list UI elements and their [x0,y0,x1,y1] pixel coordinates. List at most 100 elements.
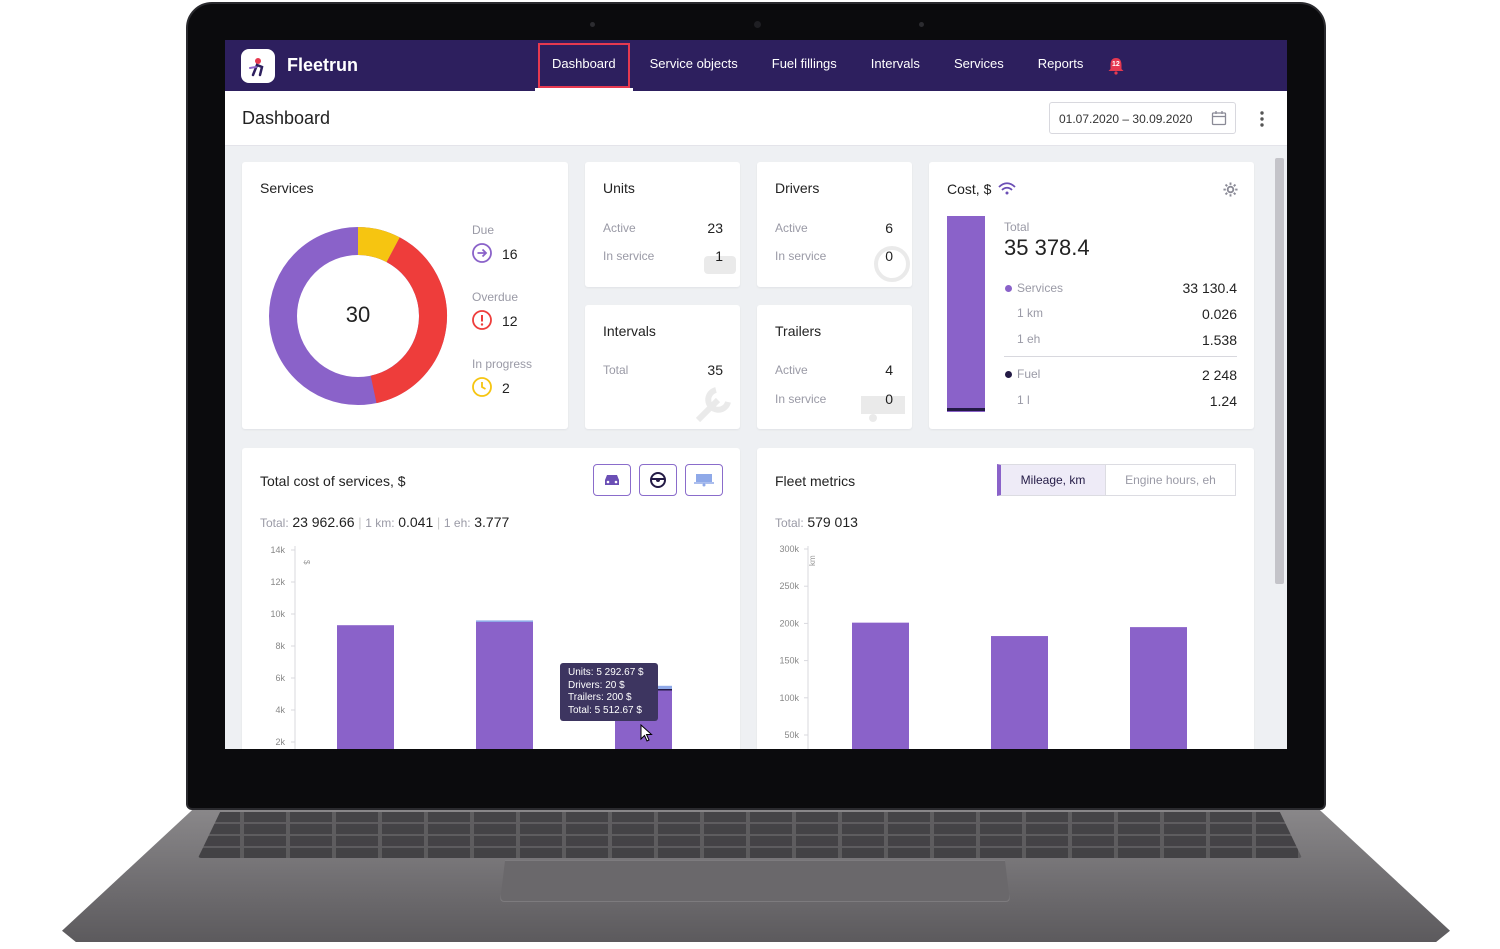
cost-title: Cost, $ [947,181,992,197]
page-title: Dashboard [242,108,331,128]
notification-count: 12 [1112,61,1120,68]
units-active-value: 23 [707,220,723,236]
units-active-label: Active [603,221,636,235]
total-cost-bar-chart: 14k 12k 10k 8k 6k 4k 2k $ [270,545,672,749]
mouse-cursor-icon [640,724,653,742]
sensor-dot [919,22,924,27]
fleet-total-summary: Total: 579 013 [775,514,858,530]
fleet-metrics-bar-chart: 300k 250k 200k 150k 100k 50k km [779,544,1187,749]
tab-mileage[interactable]: Mileage, km [997,464,1106,496]
more-options-icon[interactable] [1259,110,1265,128]
km-label: 1 km: [365,516,395,530]
fleet-total-value: 579 013 [807,514,858,530]
services-legend-dot [1005,285,1012,292]
scrollbar-thumb[interactable] [1275,158,1284,584]
eh-value: 3.777 [474,514,510,530]
trailer-watermark-icon [861,396,905,422]
bar-mileage-2 [991,636,1048,749]
units-filter-button[interactable] [593,464,631,496]
drivers-filter-button[interactable] [639,464,677,496]
y-tick-label: 300k [779,544,799,554]
fleetrun-logo-icon[interactable] [241,49,275,83]
sensor-dot [590,22,595,27]
total-cost-summary: Total: 23 962.66 | 1 km: 0.041 | 1 eh: 3… [260,514,510,530]
nav-intervals[interactable]: Intervals [854,40,937,91]
bar-mileage-3 [1130,627,1187,749]
overdue-alert-icon [472,310,492,330]
nav-service-objects[interactable]: Service objects [633,40,755,91]
trailers-card: Trailers Active 4 In service 0 [757,305,912,429]
cost-services-label: Services [1017,281,1064,295]
eh-label: 1 eh: [443,516,471,530]
bar-mileage-1 [852,622,909,749]
bar-trailers-2 [476,620,533,622]
bar-units-2 [476,622,533,749]
trailers-active-label: Active [775,363,808,377]
trailers-in-service-label: In service [775,392,827,406]
km-value: 0.041 [398,514,434,530]
units-title: Units [603,180,635,196]
trailers-active-value: 4 [885,362,893,378]
cost-l-label: 1 l [1017,393,1030,407]
total-label: Total: [260,516,289,530]
cost-fuel-value: 2 248 [1201,367,1237,383]
nav-dashboard[interactable]: Dashboard [535,40,633,91]
overdue-count: 12 [502,313,518,329]
drivers-card: Drivers Active 6 In service 0 [757,162,912,287]
y-tick-label: 10k [270,609,285,619]
brand-name: Fleetrun [287,55,359,75]
cost-total-value: 35 378.4 [1004,235,1090,260]
services-card: Services 30 Due 16 Overdue 12 In progres… [242,162,568,429]
drivers-active-value: 6 [885,220,893,236]
cost-bar-services [947,216,985,412]
laptop-mockup: Fleetrun Dashboard Service objects Fuel … [0,0,1500,949]
donut-progress-segment [357,227,400,263]
laptop-trackpad [500,860,1010,902]
y-axis-label: $ [302,560,311,565]
cost-eh-label: 1 eh [1017,332,1041,346]
y-tick-label: 200k [779,618,799,628]
intervals-card: Intervals Total 35 [585,305,740,429]
total-cost-card: Total cost of services, $ Total: 23 962.… [242,448,740,749]
wifi-signal-icon [998,182,1016,195]
fleet-metrics-title: Fleet metrics [775,473,856,489]
settings-gear-icon[interactable] [1223,182,1238,197]
tooltip-drivers: Drivers: 20 $ [568,679,625,691]
steering-wheel-watermark-icon [874,246,910,282]
y-tick-label: 2k [275,737,285,747]
nav-services[interactable]: Services [937,40,1021,91]
date-range-value: 01.07.2020 – 30.09.2020 [1059,112,1193,126]
steering-wheel-icon [650,472,666,488]
in-progress-clock-icon [472,377,492,397]
due-arrow-icon [472,243,492,263]
y-tick-label: 6k [275,673,285,683]
nav-reports[interactable]: Reports [1021,40,1101,91]
services-total: 30 [345,302,371,327]
fleet-metrics-card: Fleet metrics Mileage, km Engine hours, … [757,448,1254,749]
date-range-picker[interactable]: 01.07.2020 – 30.09.2020 [1049,102,1236,134]
bar-tooltip: Units: 5 292.67 $ Drivers: 20 $ Trailers… [560,663,658,721]
tooltip-units: Units: 5 292.67 $ [568,667,644,678]
units-card: Units Active 23 In service 1 [585,162,740,287]
in-progress-count: 2 [502,380,510,396]
app-screen: Fleetrun Dashboard Service objects Fuel … [225,40,1287,749]
cost-divider [1004,356,1237,357]
overdue-label: Overdue [472,290,519,304]
units-in-service-label: In service [603,249,655,263]
intervals-total-value: 35 [707,362,723,378]
due-label: Due [472,223,495,237]
cost-services-value: 33 130.4 [1182,280,1238,296]
intervals-total-label: Total [603,363,629,377]
in-progress-label: In progress [472,357,533,371]
car-icon [605,475,619,485]
y-tick-label: 250k [779,581,799,591]
y-tick-label: 150k [779,656,799,666]
top-navbar: Fleetrun Dashboard Service objects Fuel … [225,40,1287,91]
nav-fuel-fillings[interactable]: Fuel fillings [755,40,854,91]
y-tick-label: 50k [784,730,799,740]
tooltip-trailers: Trailers: 200 $ [568,692,632,703]
trailers-filter-button[interactable] [685,464,723,496]
page-header: Dashboard 01.07.2020 – 30.09.2020 [225,91,1287,146]
drivers-active-label: Active [775,221,808,235]
tab-engine-hours[interactable]: Engine hours, eh [1105,464,1236,496]
